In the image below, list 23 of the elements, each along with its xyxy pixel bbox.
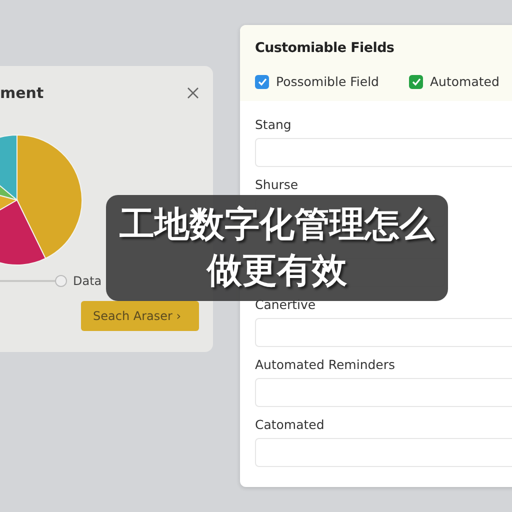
input-field[interactable] bbox=[255, 138, 512, 167]
checkbox[interactable] bbox=[409, 74, 423, 88]
panel-title: ment bbox=[0, 84, 44, 102]
input-field[interactable] bbox=[255, 438, 512, 467]
field-label: Canertive bbox=[255, 297, 317, 314]
caption-text: 工地数字化管理怎么 bbox=[120, 204, 434, 247]
search-button[interactable]: Seach Araser › bbox=[81, 301, 199, 331]
check-icon bbox=[258, 78, 266, 86]
caption-text: 做更有效 bbox=[207, 250, 347, 293]
input-field[interactable] bbox=[255, 378, 512, 407]
checkbox[interactable] bbox=[255, 74, 269, 88]
slider-label: Data bbox=[73, 274, 102, 288]
checkbox-label: Possomible Field bbox=[276, 74, 379, 89]
check-icon bbox=[412, 78, 420, 86]
field-label: Automated Reminders bbox=[255, 357, 396, 374]
input-field[interactable] bbox=[255, 318, 512, 347]
field-label: Stang bbox=[255, 117, 292, 134]
form-title: Customiable Fields bbox=[255, 40, 396, 56]
slider[interactable] bbox=[0, 273, 66, 289]
field-label: Shurse bbox=[255, 177, 300, 194]
field-label: Catomated bbox=[255, 417, 326, 434]
close-icon[interactable] bbox=[187, 87, 199, 99]
checkbox-label: Automated bbox=[430, 74, 500, 89]
